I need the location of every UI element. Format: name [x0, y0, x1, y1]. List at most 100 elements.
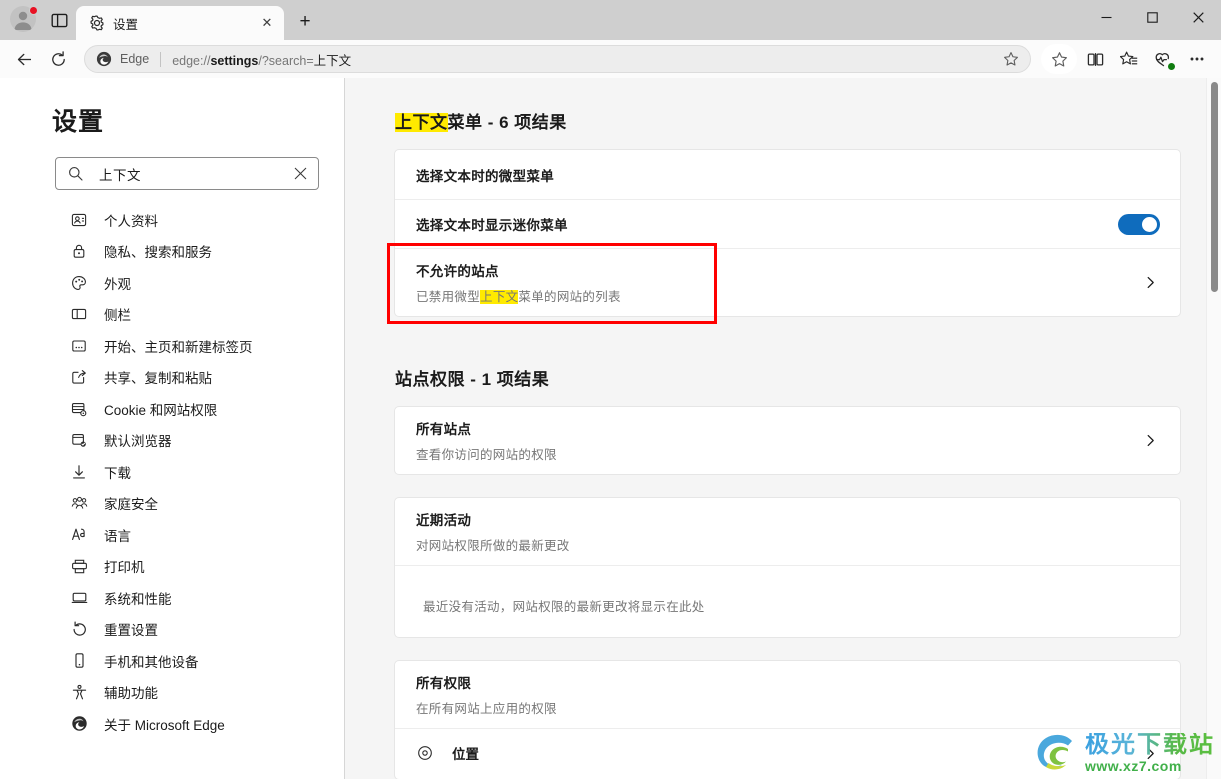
section-heading-site-permissions: 站点权限 - 1 项结果: [395, 370, 550, 389]
sidebar-item-printers[interactable]: 打印机: [0, 551, 344, 583]
toggle-knob: [1142, 216, 1157, 232]
tab-title: 设置: [113, 17, 139, 32]
sidebar-item-downloads[interactable]: 下载: [0, 456, 344, 488]
essentials-status-badge: [1167, 62, 1176, 71]
edge-icon: [70, 715, 88, 733]
browser-essentials-icon[interactable]: [1147, 44, 1179, 74]
printer-icon: [70, 557, 88, 575]
sidebar-item-label: 系统和性能: [104, 591, 172, 607]
home-icon: [70, 337, 88, 355]
close-button[interactable]: [1175, 0, 1221, 34]
row-title: 近期活动: [416, 513, 472, 528]
sidebar-item-profile[interactable]: 个人资料: [0, 204, 344, 236]
sidebar-item-reset-settings[interactable]: 重置设置: [0, 614, 344, 646]
new-tab-button[interactable]: +: [290, 7, 320, 37]
tab-actions-icon[interactable]: [46, 7, 72, 33]
sidebar-item-label: 打印机: [104, 560, 145, 576]
sidebar-item-sidebar[interactable]: 侧栏: [0, 299, 344, 331]
sidebar-item-cookies[interactable]: Cookie 和网站权限: [0, 393, 344, 425]
sidebar-item-label: 辅助功能: [104, 686, 158, 702]
sidebar-item-languages[interactable]: 语言: [0, 519, 344, 551]
chevron-right-icon[interactable]: [1140, 276, 1160, 289]
scrollbar-thumb[interactable]: [1211, 82, 1218, 292]
tab-settings[interactable]: 设置 ✕: [76, 6, 284, 40]
row-subtitle: 已禁用微型上下文菜单的网站的列表: [416, 286, 1140, 305]
sidebar-item-label: 默认浏览器: [104, 434, 172, 450]
mini-menu-toggle[interactable]: [1118, 213, 1160, 235]
collections-icon[interactable]: [1113, 44, 1145, 74]
setting-row-micro-menu[interactable]: 选择文本时的微型菜单: [395, 150, 1180, 199]
omnibox-separator: [160, 51, 162, 67]
row-title: 所有站点: [416, 422, 472, 437]
chevron-right-icon[interactable]: [1140, 434, 1160, 447]
recent-activity-empty-state: 最近没有活动，网站权限的最新更改将显示在此处: [395, 565, 1180, 637]
location-icon: [416, 744, 434, 762]
search-icon: [67, 166, 83, 181]
profile-button[interactable]: [10, 6, 38, 34]
permission-label: 位置: [452, 747, 479, 762]
gear-icon: [88, 15, 105, 32]
row-subtitle: 在所有网站上应用的权限: [416, 702, 557, 716]
download-icon: [70, 463, 88, 481]
address-bar[interactable]: Edge edge://settings/?search=上下文: [84, 45, 1031, 73]
omnibox-favorite-icon[interactable]: [998, 47, 1024, 71]
browser-window: 设置 ✕ + Edge edge://settings/?search=上下文 …: [0, 0, 1221, 779]
content-scrollbar[interactable]: [1206, 78, 1221, 779]
sidebar-item-system[interactable]: 系统和性能: [0, 582, 344, 614]
settings-page: 设置 上下文 个人资料 隐私、搜索和服务 外观 侧栏 开始、主页和新建标签页 共…: [0, 78, 1221, 779]
url-query: 上下文: [313, 53, 352, 68]
row-text: 选择文本时的微型菜单: [416, 154, 1160, 196]
back-button[interactable]: [8, 44, 40, 74]
sidebar-item-label: 侧栏: [104, 308, 131, 324]
sub-post: 菜单的网站的列表: [518, 290, 621, 304]
ellipsis-icon[interactable]: [1181, 44, 1213, 74]
sidebar-item-phone-devices[interactable]: 手机和其他设备: [0, 645, 344, 677]
sidebar-item-startup[interactable]: 开始、主页和新建标签页: [0, 330, 344, 362]
setting-row-mini-menu-toggle[interactable]: 选择文本时显示迷你菜单: [395, 199, 1180, 248]
permission-row-location[interactable]: 位置: [395, 728, 1180, 779]
settings-search-input[interactable]: 上下文: [55, 157, 319, 190]
url-prefix: edge://: [172, 53, 211, 68]
sidebar-item-share[interactable]: 共享、复制和粘贴: [0, 362, 344, 394]
sidebar-item-about-edge[interactable]: 关于 Microsoft Edge: [0, 708, 344, 740]
all-sites-card[interactable]: 所有站点 查看你访问的网站的权限: [394, 406, 1181, 475]
setting-row-all-permissions: 所有权限 在所有网站上应用的权限: [395, 661, 1180, 728]
recent-activity-card: 近期活动 对网站权限所做的最新更改 最近没有活动，网站权限的最新更改将显示在此处: [394, 497, 1181, 638]
window-controls: [1083, 0, 1221, 34]
maximize-button[interactable]: [1129, 0, 1175, 34]
sidebar-item-family-safety[interactable]: 家庭安全: [0, 488, 344, 520]
browser-toolbar: Edge edge://settings/?search=上下文: [0, 40, 1221, 78]
title-bar: 设置 ✕ +: [0, 0, 1221, 40]
refresh-button[interactable]: [42, 44, 74, 74]
row-text: 不允许的站点 已禁用微型上下文菜单的网站的列表: [416, 249, 1140, 316]
titlebar-left-cluster: [0, 0, 72, 40]
lock-icon: [70, 242, 88, 260]
row-title: 不允许的站点: [416, 264, 499, 279]
system-icon: [70, 589, 88, 607]
row-title: 选择文本时的微型菜单: [416, 168, 554, 184]
split-screen-icon[interactable]: [1079, 44, 1111, 74]
row-subtitle: 查看你访问的网站的权限: [416, 448, 557, 462]
setting-row-disallowed-sites[interactable]: 不允许的站点 已禁用微型上下文菜单的网站的列表: [395, 248, 1180, 316]
phone-icon: [70, 652, 88, 670]
tab-close-button[interactable]: ✕: [256, 12, 278, 34]
default-browser-icon: [70, 431, 88, 449]
sidebar-icon: [70, 305, 88, 323]
sidebar-item-label: 下载: [104, 465, 131, 481]
settings-content: 上下文菜单 - 6 项结果 选择文本时的微型菜单 选择文本时显示迷你菜单 不允许…: [345, 78, 1221, 779]
sidebar-item-appearance[interactable]: 外观: [0, 267, 344, 299]
heading-rest: 菜单 - 6 项结果: [447, 113, 567, 132]
setting-row-all-sites[interactable]: 所有站点 查看你访问的网站的权限: [395, 407, 1180, 474]
clear-search-icon[interactable]: [291, 167, 309, 180]
chevron-right-icon[interactable]: [1140, 747, 1160, 760]
sidebar-item-accessibility[interactable]: 辅助功能: [0, 677, 344, 709]
profile-icon: [70, 211, 88, 229]
row-text: 所有站点 查看你访问的网站的权限: [416, 407, 1140, 474]
sidebar-item-label: 关于 Microsoft Edge: [104, 717, 225, 733]
palette-icon: [70, 274, 88, 292]
minimize-button[interactable]: [1083, 0, 1129, 34]
sidebar-item-default-browser[interactable]: 默认浏览器: [0, 425, 344, 457]
omnibox-right-cluster: [998, 47, 1024, 71]
favorites-button[interactable]: [1041, 44, 1077, 74]
sidebar-item-privacy[interactable]: 隐私、搜索和服务: [0, 236, 344, 268]
